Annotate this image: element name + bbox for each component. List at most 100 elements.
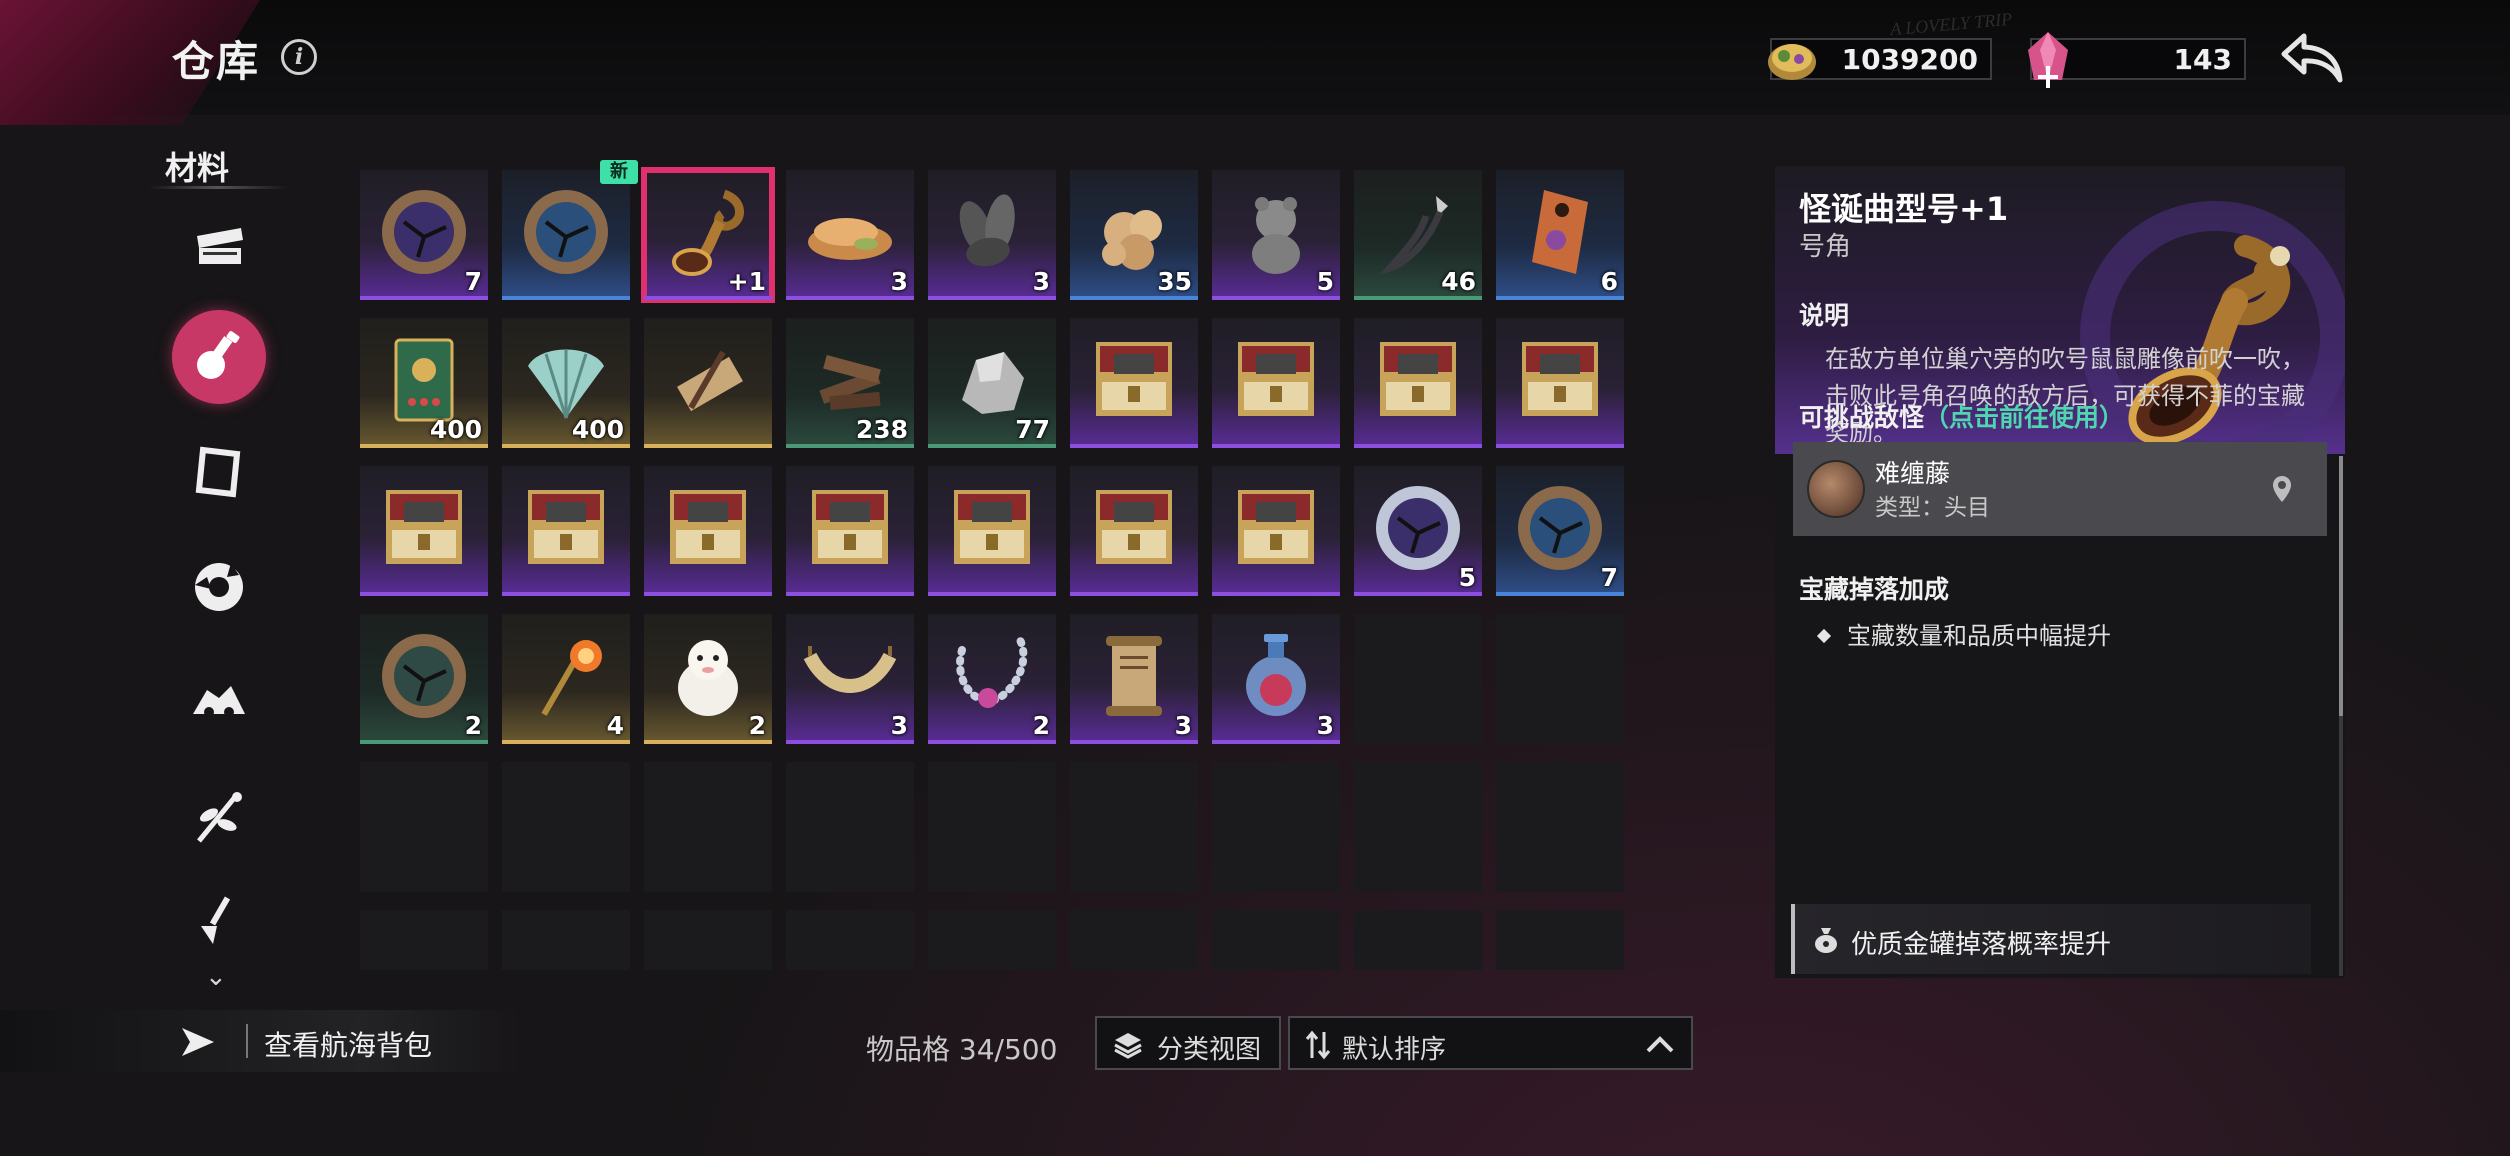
treasure-chest-icon <box>954 490 1030 564</box>
empty-slot[interactable] <box>1212 910 1340 970</box>
empty-slot[interactable] <box>360 762 488 892</box>
category-chest[interactable] <box>172 195 266 289</box>
rarity-bar <box>1212 740 1340 744</box>
inventory-slot[interactable]: 7 <box>1496 466 1624 596</box>
empty-slot[interactable] <box>1496 614 1624 744</box>
inventory-slot[interactable]: 238 <box>786 318 914 448</box>
inventory-slot[interactable]: 2 <box>360 614 488 744</box>
empty-slot[interactable] <box>1212 762 1340 892</box>
back-arrow-icon[interactable] <box>2280 30 2346 84</box>
door-tag-icon <box>1532 190 1588 274</box>
empty-slot[interactable] <box>786 762 914 892</box>
rarity-bar <box>360 592 488 596</box>
inventory-slot[interactable]: 77 <box>928 318 1056 448</box>
empty-slot[interactable] <box>1070 762 1198 892</box>
inventory-slot[interactable]: 46 <box>1354 170 1482 300</box>
boss-name: 难缠藤 <box>1875 459 1951 488</box>
inventory-slot[interactable]: 4 <box>502 614 630 744</box>
rarity-bar <box>1212 444 1340 448</box>
rarity-bar <box>360 444 488 448</box>
location-pin-icon[interactable] <box>2271 474 2293 504</box>
empty-slot[interactable] <box>1354 614 1482 744</box>
crystal-value: 143 <box>2173 43 2232 76</box>
detail-scrollbar-thumb[interactable] <box>2339 456 2343 716</box>
scroll-roll-icon <box>677 350 743 412</box>
category-shovel[interactable] <box>172 880 266 960</box>
inventory-slot[interactable] <box>786 466 914 596</box>
inventory-slot[interactable]: 2 <box>928 614 1056 744</box>
inventory-slot[interactable]: 400 <box>502 318 630 448</box>
sort-dropdown[interactable]: 默认排序 <box>1288 1016 1693 1070</box>
inventory-slot[interactable]: 3 <box>1070 614 1198 744</box>
inventory-slot[interactable]: 400 <box>360 318 488 448</box>
view-bag-button[interactable]: 查看航海背包 <box>0 1010 520 1072</box>
bonus-item: 宝藏数量和品质中幅提升 <box>1816 616 2111 651</box>
inventory-slot[interactable]: 7 <box>360 170 488 300</box>
empty-slot[interactable] <box>1496 910 1624 970</box>
boss-card[interactable]: 难缠藤 类型：头目 <box>1793 442 2327 536</box>
inventory-slot[interactable] <box>928 466 1056 596</box>
empty-slot[interactable] <box>928 910 1056 970</box>
empty-slot[interactable] <box>786 910 914 970</box>
inventory-slot[interactable] <box>1070 466 1198 596</box>
empty-slot[interactable] <box>928 762 1056 892</box>
category-scroll-map[interactable] <box>172 425 266 519</box>
inventory-slot[interactable] <box>1070 318 1198 448</box>
empty-slot[interactable] <box>360 910 488 970</box>
item-count: 400 <box>429 415 482 444</box>
empty-slot[interactable] <box>1354 762 1482 892</box>
inventory-slot[interactable]: +1 <box>641 167 775 303</box>
inventory-slot[interactable] <box>644 466 772 596</box>
inventory-slot[interactable]: 5 <box>1354 466 1482 596</box>
chest-icon <box>197 228 243 264</box>
inventory-slot[interactable]: 6 <box>1496 170 1624 300</box>
hammock-icon <box>803 646 897 693</box>
inventory-slot[interactable] <box>1354 318 1482 448</box>
rarity-bar <box>1354 592 1482 596</box>
treasure-chest-icon <box>1096 342 1172 416</box>
item-count: 3 <box>890 267 908 296</box>
empty-slot[interactable] <box>1354 910 1482 970</box>
rarity-bar <box>1354 444 1482 448</box>
rarity-bar <box>502 444 630 448</box>
inventory-slot[interactable] <box>644 318 772 448</box>
treasure-chest-icon <box>386 490 462 564</box>
empty-slot[interactable] <box>502 762 630 892</box>
treasure-chest-icon <box>812 490 888 564</box>
rarity-bar <box>502 296 630 300</box>
perk-text: 优质金罐掉落概率提升 <box>1851 930 2112 960</box>
scroll-down-icon[interactable]: ⌄ <box>205 962 227 992</box>
rarity-bar <box>1212 592 1340 596</box>
item-count: 5 <box>1316 267 1334 296</box>
info-icon[interactable]: i <box>281 39 317 75</box>
empty-slot[interactable] <box>502 910 630 970</box>
empty-slot[interactable] <box>644 762 772 892</box>
item-description: 在敌方单位巢穴旁的吹号鼠鼠雕像前吹一吹，击败此号角召唤的敌方后，可获得不菲的宝藏… <box>1825 345 2305 447</box>
gold-currency: 1039200 <box>1768 38 1992 80</box>
category-ship-part[interactable] <box>172 655 266 749</box>
empty-slot[interactable] <box>1496 762 1624 892</box>
inventory-slot[interactable]: 3 <box>1212 614 1340 744</box>
inventory-slot[interactable] <box>360 466 488 596</box>
challenge-link[interactable]: （点击前往使用） <box>1924 403 2124 432</box>
inventory-slot[interactable] <box>502 170 630 300</box>
inventory-slot[interactable]: 3 <box>786 170 914 300</box>
inventory-slot[interactable] <box>1212 318 1340 448</box>
inventory-slot[interactable]: 3 <box>928 170 1056 300</box>
category-bottle[interactable] <box>172 310 266 404</box>
treasure-chest-icon <box>1522 342 1598 416</box>
empty-slot[interactable] <box>1070 910 1198 970</box>
inventory-slot[interactable]: 2 <box>644 614 772 744</box>
item-count: 46 <box>1441 267 1476 296</box>
inventory-slot[interactable]: 3 <box>786 614 914 744</box>
empty-slot[interactable] <box>644 910 772 970</box>
category-view-button[interactable]: 分类视图 <box>1095 1016 1281 1070</box>
category-herb[interactable] <box>172 770 266 864</box>
inventory-slot[interactable] <box>1496 318 1624 448</box>
item-name: 怪诞曲型号+1 <box>1799 190 2009 228</box>
inventory-slot[interactable] <box>1212 466 1340 596</box>
inventory-slot[interactable]: 5 <box>1212 170 1340 300</box>
inventory-slot[interactable] <box>502 466 630 596</box>
inventory-slot[interactable]: 35 <box>1070 170 1198 300</box>
category-gear-part[interactable] <box>172 540 266 634</box>
